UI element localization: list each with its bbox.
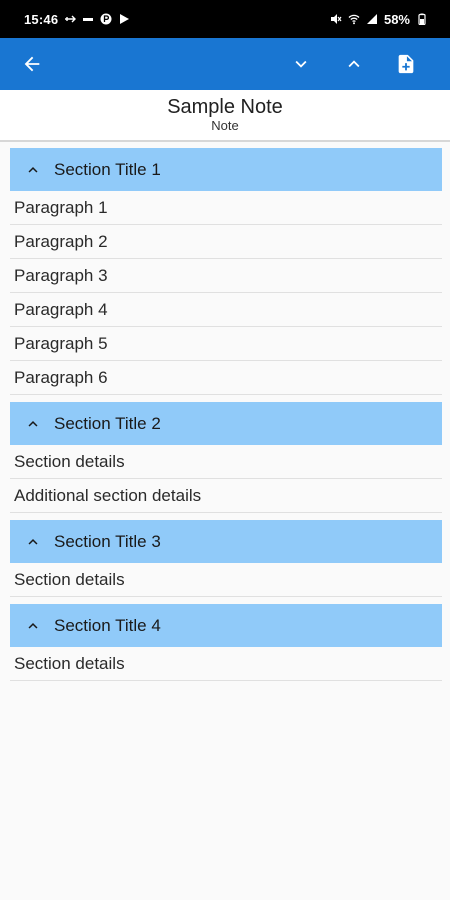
battery-icon <box>416 13 428 25</box>
section-header[interactable]: Section Title 4 <box>10 604 442 647</box>
section-title: Section Title 4 <box>54 615 161 635</box>
list-item[interactable]: Paragraph 3 <box>10 259 442 293</box>
chevron-up-icon <box>22 531 44 553</box>
list-item[interactable]: Paragraph 1 <box>10 191 442 225</box>
chevron-up-icon <box>22 159 44 181</box>
status-time: 15:46 <box>24 11 59 27</box>
next-button[interactable] <box>277 38 325 90</box>
usb-icon <box>64 13 77 25</box>
battery-percentage: 58% <box>383 11 410 27</box>
section-header[interactable]: Section Title 3 <box>10 520 442 563</box>
list-item[interactable]: Paragraph 5 <box>10 327 442 361</box>
section-4: Section Title 4 Section details <box>10 604 442 681</box>
chevron-down-icon <box>295 60 307 68</box>
section-title: Section Title 1 <box>54 159 161 179</box>
note-header: Sample Note Note <box>0 90 450 142</box>
signal-icon <box>366 13 378 25</box>
list-item[interactable]: Paragraph 6 <box>10 361 442 395</box>
list-item[interactable]: Section details <box>10 647 442 681</box>
parking-icon <box>100 13 112 25</box>
note-title: Sample Note <box>167 96 283 118</box>
previous-button[interactable] <box>330 38 378 90</box>
section-header[interactable]: Section Title 1 <box>10 148 442 191</box>
section-2: Section Title 2 Section details Addition… <box>10 402 442 513</box>
section-title: Section Title 3 <box>54 531 161 551</box>
chevron-up-icon <box>22 615 44 637</box>
app-bar <box>0 38 450 90</box>
add-note-button[interactable] <box>382 38 430 90</box>
list-item[interactable]: Section details <box>10 563 442 597</box>
dash-icon <box>82 13 94 25</box>
wifi-icon <box>348 13 360 25</box>
arrow-back-icon <box>24 56 40 72</box>
section-header[interactable]: Section Title 2 <box>10 402 442 445</box>
status-right: 58% <box>330 12 428 27</box>
list-item[interactable]: Paragraph 2 <box>10 225 442 259</box>
status-bar: 15:46 58% <box>0 0 450 38</box>
back-button[interactable] <box>8 38 56 90</box>
chevron-up-icon <box>22 413 44 435</box>
list-item[interactable]: Additional section details <box>10 479 442 513</box>
chevron-up-icon <box>348 60 360 68</box>
list-item[interactable]: Section details <box>10 445 442 479</box>
status-left: 15:46 <box>24 12 130 27</box>
section-title: Section Title 2 <box>54 413 161 433</box>
play-store-icon <box>118 13 130 25</box>
mute-icon <box>330 13 342 25</box>
note-subtitle: Note <box>211 118 239 133</box>
note-content: Section Title 1 Paragraph 1 Paragraph 2 … <box>10 148 442 681</box>
note-add-icon <box>398 54 414 74</box>
list-item[interactable]: Paragraph 4 <box>10 293 442 327</box>
section-3: Section Title 3 Section details <box>10 520 442 597</box>
section-1: Section Title 1 Paragraph 1 Paragraph 2 … <box>10 148 442 395</box>
